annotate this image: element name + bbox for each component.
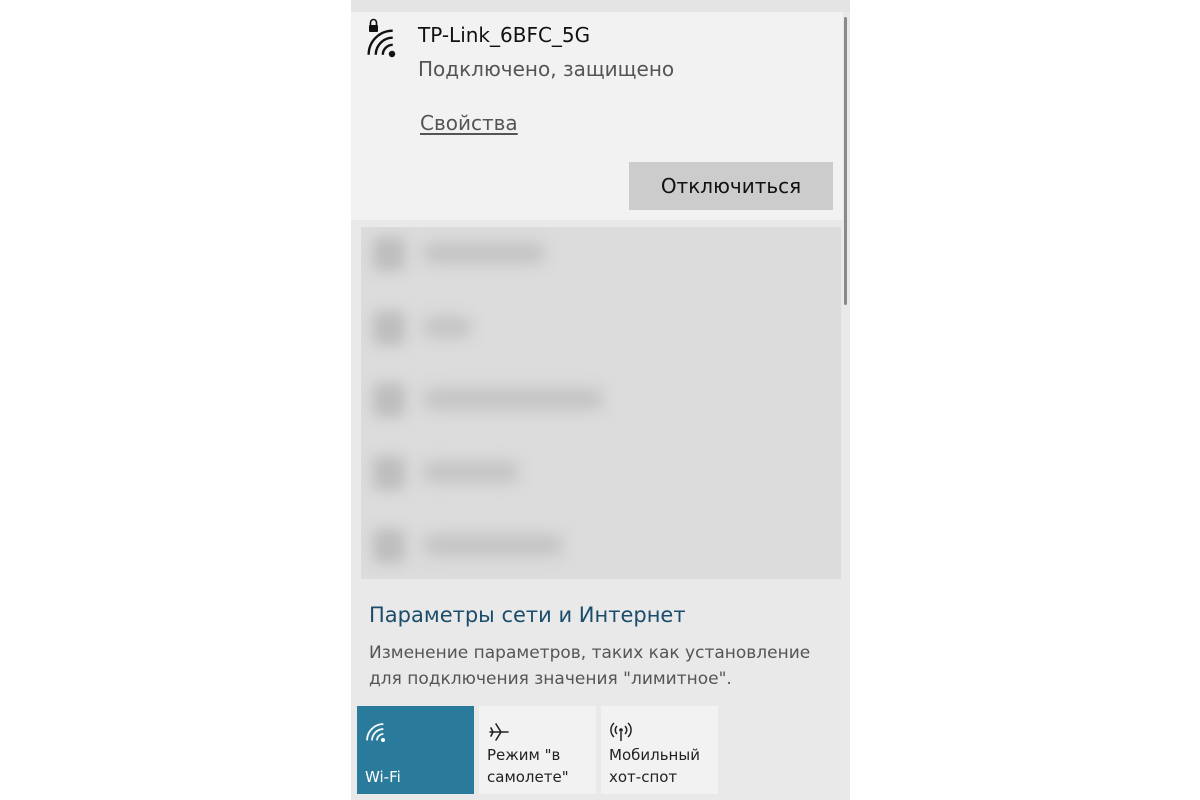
wifi-toggle-tile[interactable]: Wi-Fi (357, 706, 474, 794)
blurred-network-name (423, 243, 545, 263)
network-name: TP-Link_6BFC_5G (418, 23, 591, 47)
tile-label: Wi-Fi (365, 768, 401, 786)
list-item (361, 229, 841, 281)
disconnect-button[interactable]: Отключиться (629, 162, 833, 210)
properties-link[interactable]: Свойства (420, 111, 518, 135)
network-settings-link[interactable]: Параметры сети и Интернет (369, 603, 686, 627)
airplane-icon (489, 723, 509, 741)
blurred-network-name (423, 535, 563, 555)
blurred-network-list (361, 227, 841, 579)
blurred-network-name (423, 317, 471, 337)
network-status: Подключено, защищено (418, 57, 675, 81)
connected-network-card[interactable]: TP-Link_6BFC_5G Подключено, защищено Сво… (351, 12, 843, 220)
wifi-icon (366, 723, 385, 742)
list-item (361, 521, 841, 573)
blurred-network-name (423, 462, 519, 482)
wifi-icon (373, 383, 405, 417)
tile-label: Режим "в самолете" (487, 746, 569, 786)
list-item (361, 448, 841, 500)
tile-label: Мобильный хот-спот (609, 746, 700, 786)
network-flyout: TP-Link_6BFC_5G Подключено, защищено Сво… (351, 0, 850, 800)
hotspot-icon (610, 722, 632, 741)
wifi-lock-icon (367, 18, 396, 58)
list-item (361, 375, 841, 427)
wifi-icon (373, 237, 405, 271)
list-item (361, 303, 841, 355)
scrollbar-thumb[interactable] (844, 17, 847, 305)
wifi-icon (373, 311, 405, 345)
top-strip (351, 0, 850, 12)
mobile-hotspot-tile[interactable]: Мобильный хот-спот (601, 706, 718, 794)
airplane-mode-tile[interactable]: Режим "в самолете" (479, 706, 596, 794)
network-settings-description: Изменение параметров, таких как установл… (369, 643, 811, 689)
wifi-icon (373, 529, 405, 563)
wifi-icon (373, 456, 405, 490)
blurred-network-name (423, 389, 603, 409)
